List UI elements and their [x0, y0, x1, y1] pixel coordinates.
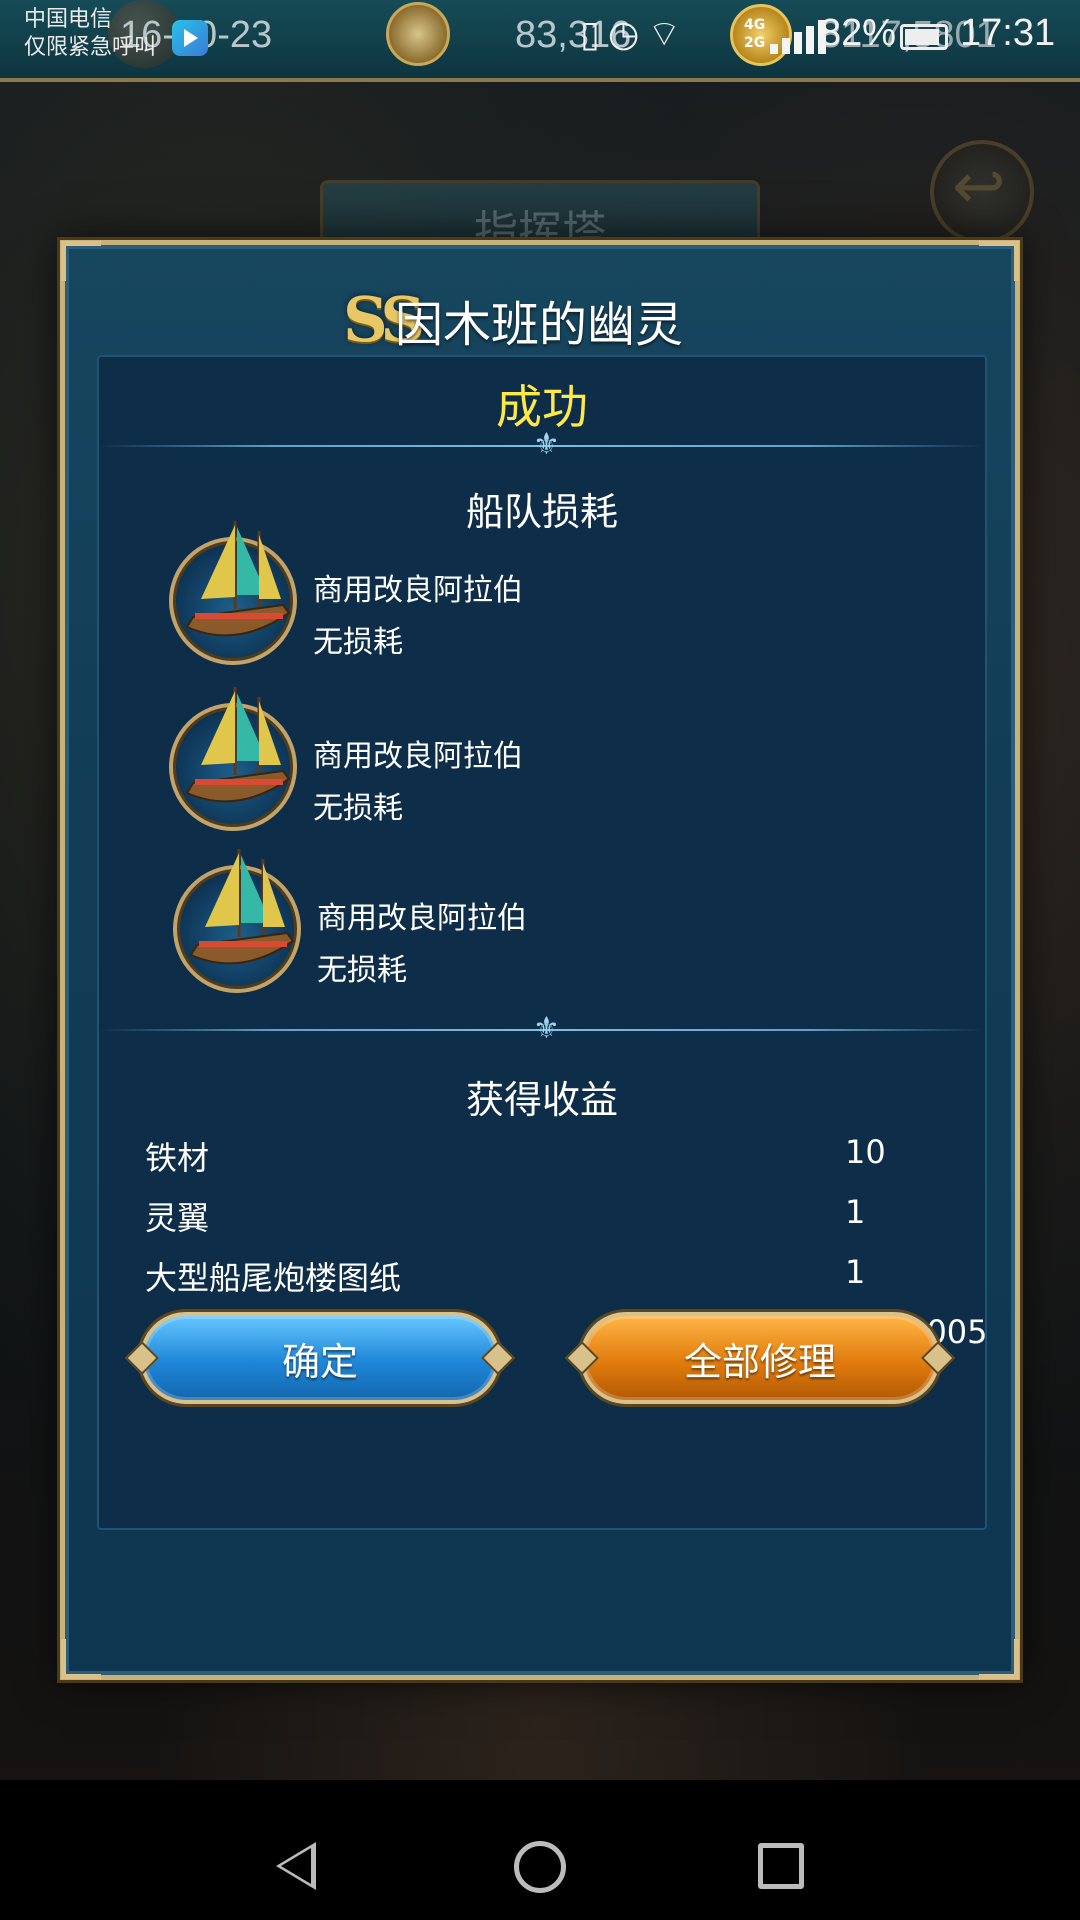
frame-corner — [979, 1639, 1019, 1679]
confirm-button[interactable]: 确定 — [140, 1312, 500, 1404]
reward-name: 大型船尾炮楼图纸 — [145, 1259, 402, 1297]
dialog-title: 因木班的幽灵 — [395, 297, 684, 353]
wifi-icon: ⌔ — [647, 14, 690, 55]
status-clock: 17:31 — [960, 12, 1056, 54]
reward-value: 1 — [845, 1193, 866, 1231]
nav-home-icon[interactable] — [514, 1841, 566, 1893]
reward-row: 灵翼 1 — [145, 1193, 975, 1243]
ship-name: 商用改良阿拉伯 — [313, 739, 523, 774]
reward-value: 10 — [845, 1133, 886, 1171]
battery-percent: 82% — [820, 12, 897, 54]
battery-icon — [900, 24, 948, 50]
system-status-icons: ▯◷⌔ — [580, 12, 689, 57]
battle-result-dialog: SS 因木班的幽灵 成功 ⚜ 船队损耗 商用改良阿拉伯 无损耗 商用改良阿拉伯 … — [60, 240, 1020, 1680]
alarm-icon: ◷ — [607, 14, 648, 55]
video-app-icon — [172, 20, 208, 56]
emergency-only-text: 仅限紧急呼叫 — [24, 35, 157, 60]
ship-loss-status: 无损耗 — [317, 953, 407, 988]
frame-corner — [979, 241, 1019, 281]
ship-list-item: 商用改良阿拉伯 无损耗 — [169, 521, 669, 665]
android-status-bar: 中国电信 仅限紧急呼叫 ▯◷⌔ 4G 2G 82% 17:31 — [0, 0, 1080, 70]
sailing-ship-icon — [173, 849, 301, 993]
nav-recents-icon[interactable] — [758, 1843, 804, 1889]
vibrate-icon: ▯ — [580, 14, 608, 55]
frame-corner — [61, 241, 101, 281]
ship-loss-status: 无损耗 — [313, 791, 403, 826]
reward-name: 铁材 — [145, 1139, 210, 1177]
ship-list-item: 商用改良阿拉伯 无损耗 — [169, 687, 669, 831]
carrier-info: 中国电信 仅限紧急呼叫 — [24, 6, 156, 62]
sailing-ship-icon — [169, 521, 297, 665]
reward-row: 铁材 10 — [145, 1133, 975, 1183]
divider-ornament-icon: ⚜ — [533, 1011, 560, 1046]
divider-ornament-icon: ⚜ — [533, 427, 560, 462]
reward-name: 灵翼 — [145, 1199, 210, 1237]
background-back-button — [930, 140, 1034, 244]
ship-list-item: 商用改良阿拉伯 无损耗 — [173, 849, 673, 993]
reward-value: 1 — [845, 1253, 866, 1291]
sailing-ship-icon — [169, 687, 297, 831]
repair-all-button[interactable]: 全部修理 — [580, 1312, 940, 1404]
rewards-title: 获得收益 — [465, 1078, 618, 1122]
frame-corner — [61, 1639, 101, 1679]
nav-back-icon[interactable] — [276, 1842, 316, 1890]
ship-name: 商用改良阿拉伯 — [313, 573, 523, 608]
network-type-icon: 4G 2G — [744, 17, 766, 51]
ship-name: 商用改良阿拉伯 — [317, 901, 527, 936]
reward-row: 大型船尾炮楼图纸 1 — [145, 1253, 975, 1303]
ship-loss-status: 无损耗 — [313, 625, 403, 660]
carrier-name: 中国电信 — [24, 7, 113, 32]
